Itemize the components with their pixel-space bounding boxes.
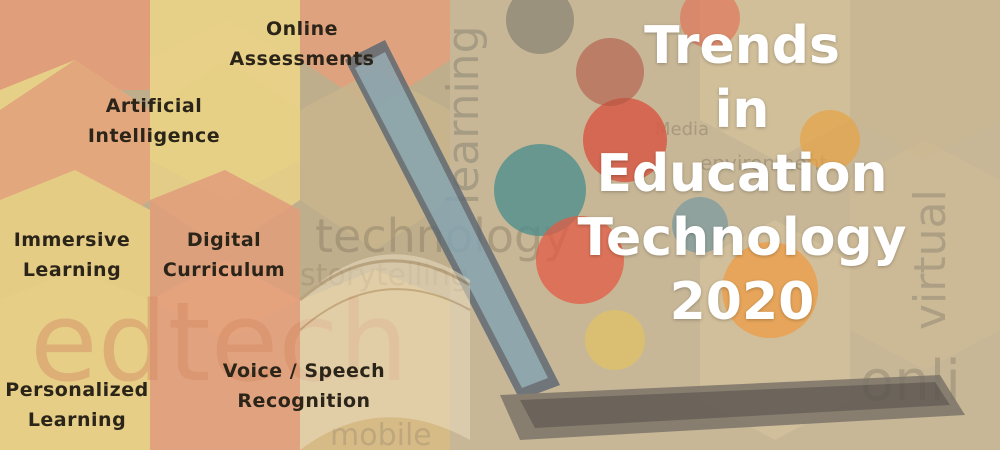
- trend-label-line: Personalized: [5, 379, 149, 401]
- trend-label-line: Digital: [186, 229, 262, 251]
- trend-label-line: Assessments: [229, 48, 375, 70]
- title-line-2: in: [714, 80, 770, 140]
- trend-label-line: Curriculum: [162, 259, 286, 281]
- trend-label-line: Intelligence: [87, 125, 221, 147]
- title-line-5: 2020: [669, 272, 815, 332]
- trend-label-line: Learning: [22, 259, 122, 281]
- svg-text:virtual: virtual: [905, 189, 956, 330]
- banner: technology storytelling edtech onli mobi…: [0, 0, 1000, 450]
- trend-online-assessments: Online Assessments: [230, 14, 375, 74]
- title-line-3: Education: [596, 144, 888, 204]
- trend-label-line: Artificial: [105, 95, 203, 117]
- trend-voice-speech-recognition: Voice / Speech Recognition: [223, 356, 385, 416]
- trend-personalized-learning: Personalized Learning: [5, 375, 148, 435]
- title-line-1: Trends: [644, 16, 840, 76]
- trend-label-line: Voice / Speech: [222, 360, 386, 382]
- page-title: Trends in Education Technology 2020: [577, 14, 906, 334]
- trend-label-line: Recognition: [237, 390, 371, 412]
- trend-digital-curriculum: Digital Curriculum: [163, 225, 285, 285]
- trend-label-line: Immersive: [13, 229, 131, 251]
- trend-immersive-learning: Immersive Learning: [14, 225, 131, 285]
- trend-label-line: Online: [265, 18, 339, 40]
- trend-label-line: Learning: [27, 409, 127, 431]
- title-line-4: Technology: [577, 208, 907, 268]
- trend-artificial-intelligence: Artificial Intelligence: [88, 91, 220, 151]
